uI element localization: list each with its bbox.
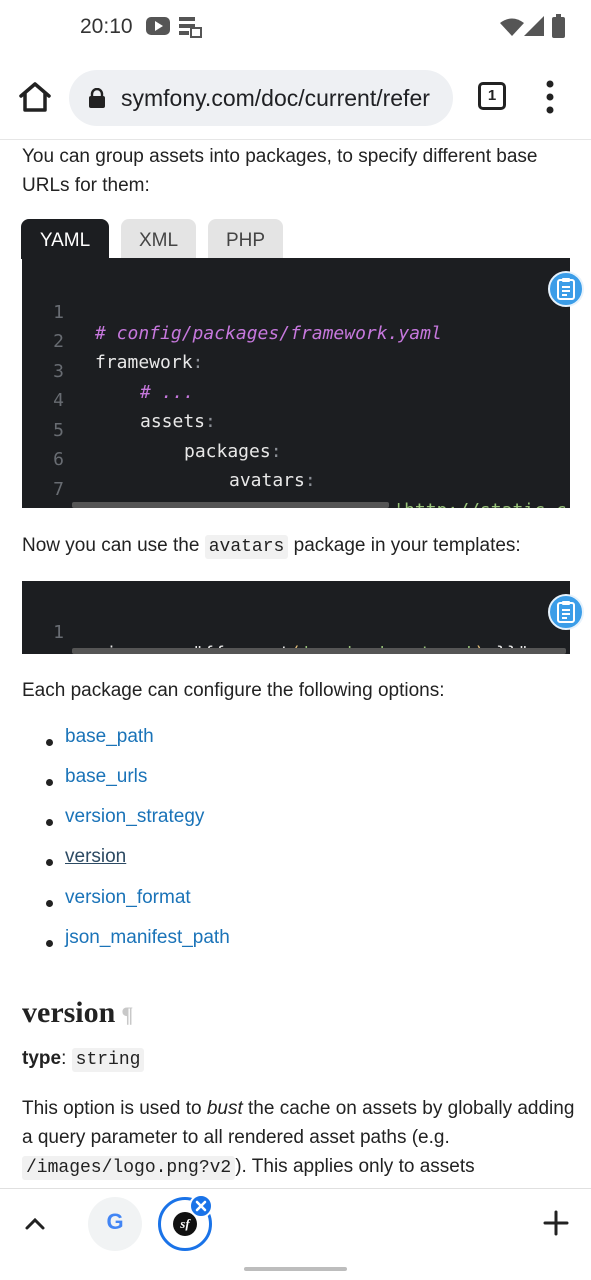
- code-colon: :: [270, 441, 282, 462]
- code-line: 1 # config/packages/framework.yaml: [22, 281, 442, 344]
- code-colon: :: [192, 352, 204, 373]
- code-line: 6 avatars:: [22, 428, 316, 491]
- copy-code-button[interactable]: [548, 594, 584, 630]
- tab-xml[interactable]: XML: [121, 219, 196, 259]
- code-colon: :: [304, 470, 316, 491]
- option-link-version-format[interactable]: version_format: [65, 887, 191, 909]
- bullet: [46, 900, 53, 907]
- option-link-base-path[interactable]: base_path: [65, 726, 154, 748]
- code-line: 5 packages:: [22, 399, 281, 462]
- list-item: json_manifest_path: [46, 927, 346, 957]
- type-label: type: [22, 1048, 62, 1069]
- cellular-icon: [524, 16, 544, 36]
- tab-google[interactable]: G: [88, 1197, 142, 1251]
- code-line: 7 base_urls: 'http://static_c: [22, 458, 566, 508]
- code-key: avatars: [229, 470, 305, 491]
- google-icon: G: [106, 1209, 124, 1234]
- options-intro: Each package can configure the following…: [22, 680, 445, 701]
- code-comment: # ...: [140, 382, 195, 403]
- code-line: 4 assets:: [22, 369, 216, 432]
- line-number: 1: [53, 622, 64, 643]
- code-scrollbar[interactable]: [72, 648, 566, 654]
- description-paragraph: This option is used to bust the cache on…: [22, 1094, 577, 1183]
- clipboard-icon: [557, 278, 575, 300]
- twig-code-block: 1 <img src="{{ asset('...', 'avatars') }…: [22, 581, 570, 654]
- list-item: version_strategy: [46, 806, 346, 836]
- option-link-base-urls[interactable]: base_urls: [65, 766, 147, 788]
- code-line: 1 <img src="{{ asset('...', 'avatars') }…: [22, 601, 539, 654]
- code-key: packages: [184, 441, 271, 462]
- usage-paragraph: Now you can use the avatars package in y…: [22, 531, 577, 562]
- tab-php[interactable]: PHP: [208, 219, 283, 259]
- list-item: base_urls: [46, 766, 346, 796]
- clipboard-icon: [557, 601, 575, 623]
- type-separator: :: [61, 1048, 72, 1069]
- code-line: 2 framework:: [22, 310, 203, 373]
- bullet: [46, 819, 53, 826]
- yaml-code-block: 1 # config/packages/framework.yaml 2 fra…: [22, 258, 570, 508]
- description-text: ). This applies only to assets: [235, 1156, 475, 1177]
- option-link-json-manifest-path[interactable]: json_manifest_path: [65, 927, 230, 949]
- bullet: [46, 859, 53, 866]
- permalink-icon[interactable]: ¶: [121, 1002, 133, 1027]
- code-line: 3 # ...: [22, 340, 194, 403]
- page-content: You can group assets into packages, to s…: [0, 140, 591, 1188]
- inline-code: /images/logo.png?v2: [22, 1156, 236, 1180]
- bullet: [46, 779, 53, 786]
- code-key: assets: [140, 411, 206, 432]
- url-text: symfony.com/doc/current/refer: [121, 85, 430, 111]
- home-icon[interactable]: [14, 76, 56, 118]
- type-value: string: [71, 1048, 145, 1072]
- section-title: version: [22, 996, 116, 1029]
- description-emphasis: bust: [206, 1098, 243, 1119]
- gesture-nav-handle[interactable]: [244, 1267, 347, 1271]
- usage-text: Now you can use the: [22, 535, 205, 556]
- code-colon: :: [205, 411, 216, 432]
- option-link-version[interactable]: version: [65, 846, 126, 868]
- close-tab-button[interactable]: [189, 1194, 213, 1218]
- type-line: type: string: [22, 1044, 145, 1075]
- bullet: [46, 739, 53, 746]
- notification-icon: [179, 17, 202, 38]
- bottom-tab-strip: G sf: [0, 1188, 591, 1258]
- line-number: 7: [53, 479, 64, 500]
- intro-paragraph: You can group assets into packages, to s…: [22, 146, 538, 196]
- wifi-icon: [500, 18, 524, 36]
- youtube-icon: [146, 17, 170, 35]
- usage-text: package in your templates:: [288, 535, 521, 556]
- bullet: [46, 940, 53, 947]
- list-item: version: [46, 846, 346, 876]
- option-link-version-strategy[interactable]: version_strategy: [65, 806, 204, 828]
- tab-switcher-button[interactable]: 1: [478, 82, 506, 110]
- status-time: 20:10: [80, 15, 133, 38]
- copy-code-button[interactable]: [548, 271, 584, 307]
- tab-yaml[interactable]: YAML: [21, 219, 109, 259]
- list-item: version_format: [46, 887, 346, 917]
- description-text: This option is used to: [22, 1098, 207, 1119]
- code-string: 'http://static_c: [393, 500, 566, 508]
- address-bar[interactable]: symfony.com/doc/current/refer: [69, 70, 453, 126]
- status-bar: 20:10: [0, 0, 591, 56]
- plus-icon[interactable]: [542, 1209, 570, 1237]
- close-icon: [195, 1200, 207, 1212]
- browser-toolbar: symfony.com/doc/current/refer 1: [0, 56, 591, 140]
- inline-code: avatars: [204, 535, 289, 559]
- code-scrollbar[interactable]: [72, 502, 389, 508]
- battery-icon: [552, 14, 565, 38]
- more-options-icon[interactable]: [540, 80, 560, 114]
- code-comment: # config/packages/framework.yaml: [95, 323, 442, 344]
- list-item: base_path: [46, 726, 346, 756]
- section-heading: version ¶: [22, 996, 133, 1030]
- code-key: framework: [95, 352, 193, 373]
- chevron-up-icon[interactable]: [22, 1211, 48, 1237]
- lock-icon: [89, 88, 105, 108]
